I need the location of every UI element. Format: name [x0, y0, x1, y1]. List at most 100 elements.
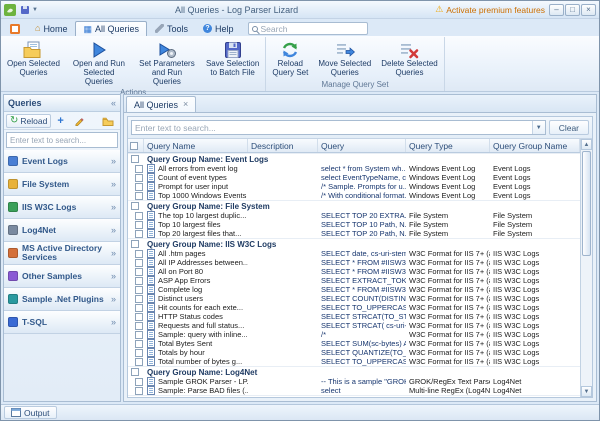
- checkbox[interactable]: [135, 192, 143, 200]
- checkbox[interactable]: [131, 368, 139, 376]
- scrollbar-track[interactable]: [581, 150, 592, 386]
- query-row[interactable]: Prompt for user input/* Sample. Prompts …: [128, 182, 580, 191]
- checkbox[interactable]: [135, 165, 143, 173]
- row-checkbox-cell[interactable]: [128, 340, 144, 348]
- query-row[interactable]: Total Bytes SentSELECT SUM(sc-bytes) A..…: [128, 339, 580, 348]
- checkbox[interactable]: [131, 202, 139, 210]
- add-query-button[interactable]: +: [53, 114, 67, 128]
- checkbox[interactable]: [135, 340, 143, 348]
- open-and-run-selected-queries-button[interactable]: Open and Run Selected Queries: [65, 37, 133, 87]
- select-all-checkbox[interactable]: [130, 142, 138, 150]
- maximize-button[interactable]: □: [565, 4, 580, 16]
- vertical-scrollbar[interactable]: ▲ ▼: [580, 139, 592, 397]
- checkbox[interactable]: [135, 295, 143, 303]
- scroll-up-icon[interactable]: ▲: [581, 139, 592, 150]
- sidebar-search-box[interactable]: [6, 132, 118, 148]
- sidebar-item-iis-w3c-logs[interactable]: IIS W3C Logs»: [4, 196, 120, 219]
- checkbox[interactable]: [135, 331, 143, 339]
- group-row[interactable]: Query Group Name: Log4Net: [128, 366, 580, 377]
- checkbox[interactable]: [135, 250, 143, 258]
- row-checkbox-cell[interactable]: [128, 250, 144, 258]
- clear-button[interactable]: Clear: [549, 120, 589, 135]
- sidebar-item-ms-active-directory-services[interactable]: MS Active Directory Services»: [4, 242, 120, 265]
- reload-button[interactable]: ↻ Reload: [6, 114, 51, 128]
- tab-help[interactable]: ?Help: [196, 21, 241, 36]
- query-row[interactable]: All errors from event logselect * from S…: [128, 164, 580, 173]
- row-checkbox-cell[interactable]: [128, 387, 144, 395]
- scroll-down-icon[interactable]: ▼: [581, 386, 592, 397]
- row-checkbox-cell[interactable]: [128, 358, 144, 366]
- save-selection-to-batch-file-button[interactable]: Save Selection to Batch File: [201, 37, 264, 87]
- checkbox[interactable]: [131, 155, 139, 163]
- sidebar-item-event-logs[interactable]: Event Logs»: [4, 150, 120, 173]
- checkbox[interactable]: [135, 378, 143, 386]
- sidebar-item-log4net[interactable]: Log4Net»: [4, 219, 120, 242]
- query-row[interactable]: Requests and full status...SELECT STRCAT…: [128, 321, 580, 330]
- checkbox[interactable]: [135, 313, 143, 321]
- query-row[interactable]: Top 10 largest filesSELECT TOP 10 Path, …: [128, 220, 580, 229]
- column-header-query[interactable]: Query: [318, 139, 406, 152]
- group-checkbox-cell[interactable]: [128, 202, 144, 210]
- quick-access-toolbar[interactable]: ▼: [20, 5, 38, 15]
- delete-selected-queries-button[interactable]: Delete Selected Queries: [376, 37, 442, 79]
- query-row[interactable]: All on Port 80SELECT * FROM #IISW3...W3C…: [128, 267, 580, 276]
- query-row[interactable]: All IP Addresses between...SELECT * FROM…: [128, 258, 580, 267]
- query-row[interactable]: Top 20 largest files that...SELECT TOP 2…: [128, 229, 580, 238]
- close-tab-icon[interactable]: ×: [183, 100, 188, 109]
- query-row[interactable]: Sample GROK Parser - LP...-- This is a s…: [128, 377, 580, 386]
- query-row[interactable]: HTTP Status codesSELECT STRCAT(TO_ST...W…: [128, 312, 580, 321]
- row-checkbox-cell[interactable]: [128, 331, 144, 339]
- group-row[interactable]: Query Group Name: MS Active Directory Se…: [128, 395, 580, 397]
- query-row[interactable]: The top 10 largest duplic...SELECT TOP 2…: [128, 211, 580, 220]
- query-row[interactable]: Total number of bytes g...SELECT TO_UPPE…: [128, 357, 580, 366]
- query-row[interactable]: Totals by hourSELECT QUANTIZE(TO_...W3C …: [128, 348, 580, 357]
- checkbox[interactable]: [135, 221, 143, 229]
- checkbox[interactable]: [135, 349, 143, 357]
- checkbox[interactable]: [135, 304, 143, 312]
- find-input[interactable]: [132, 121, 532, 134]
- group-checkbox-cell[interactable]: [128, 368, 144, 376]
- query-row[interactable]: ASP App ErrorsSELECT EXTRACT_TOKE...W3C …: [128, 276, 580, 285]
- sidebar-item-other-samples[interactable]: Other Samples»: [4, 265, 120, 288]
- premium-link[interactable]: ⚠ Activate premium features: [435, 5, 545, 15]
- row-checkbox-cell[interactable]: [128, 322, 144, 330]
- query-row[interactable]: Count of event typesselect EventTypeName…: [128, 173, 580, 182]
- query-row[interactable]: Top 1000 Windows Events/* With condition…: [128, 191, 580, 200]
- checkbox[interactable]: [135, 286, 143, 294]
- tab-all-queries[interactable]: ▦All Queries: [75, 21, 147, 36]
- collapse-panel-icon[interactable]: «: [111, 98, 116, 108]
- set-parameters-and-run-queries-button[interactable]: Set Parameters and Run Queries: [133, 37, 201, 87]
- ribbon-search-box[interactable]: [248, 22, 368, 35]
- edit-query-button[interactable]: [70, 114, 88, 128]
- column-header-description[interactable]: Description: [248, 139, 318, 152]
- checkbox[interactable]: [135, 268, 143, 276]
- open-folder-button[interactable]: [98, 114, 118, 128]
- sidebar-item-t-sql[interactable]: T-SQL»: [4, 311, 120, 334]
- move-selected-queries-button[interactable]: Move Selected Queries: [313, 37, 376, 79]
- minimize-button[interactable]: –: [549, 4, 564, 16]
- group-checkbox-cell[interactable]: [128, 240, 144, 248]
- checkbox[interactable]: [135, 212, 143, 220]
- row-checkbox-cell[interactable]: [128, 277, 144, 285]
- app-menu-button[interactable]: [3, 21, 27, 36]
- group-row[interactable]: Query Group Name: Event Logs: [128, 153, 580, 164]
- row-checkbox-cell[interactable]: [128, 268, 144, 276]
- query-row[interactable]: Sample: query with inline.../*W3C Format…: [128, 330, 580, 339]
- checkbox[interactable]: [135, 322, 143, 330]
- group-row[interactable]: Query Group Name: File System: [128, 200, 580, 211]
- sidebar-item-file-system[interactable]: File System»: [4, 173, 120, 196]
- query-row[interactable]: Distinct usersSELECT COUNT(DISTINC...W3C…: [128, 294, 580, 303]
- query-row[interactable]: Complete logSELECT * FROM #IISW3...W3C F…: [128, 285, 580, 294]
- checkbox[interactable]: [135, 277, 143, 285]
- row-checkbox-cell[interactable]: [128, 349, 144, 357]
- search-input[interactable]: [261, 24, 364, 34]
- row-checkbox-cell[interactable]: [128, 230, 144, 238]
- group-checkbox-cell[interactable]: [128, 155, 144, 163]
- open-selected-queries-button[interactable]: Open Selected Queries: [2, 37, 65, 87]
- output-button[interactable]: Output: [4, 406, 57, 419]
- select-all-cell[interactable]: [128, 139, 144, 152]
- row-checkbox-cell[interactable]: [128, 221, 144, 229]
- row-checkbox-cell[interactable]: [128, 192, 144, 200]
- row-checkbox-cell[interactable]: [128, 295, 144, 303]
- checkbox[interactable]: [135, 259, 143, 267]
